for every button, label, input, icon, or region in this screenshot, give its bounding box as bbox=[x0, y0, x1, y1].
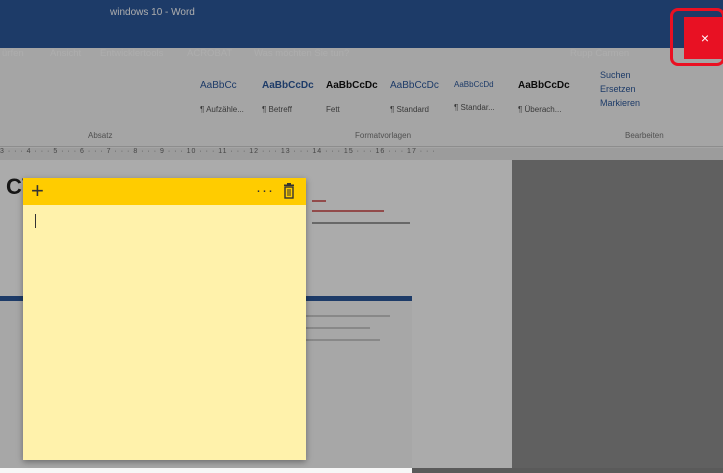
close-button[interactable]: × bbox=[684, 17, 723, 59]
text-caret bbox=[35, 214, 36, 228]
close-icon: × bbox=[700, 30, 710, 46]
sticky-note: + ··· bbox=[23, 178, 306, 460]
ellipsis-icon[interactable]: ··· bbox=[256, 182, 274, 199]
trash-icon[interactable] bbox=[283, 183, 295, 199]
sticky-note-header[interactable]: + ··· bbox=[23, 178, 306, 205]
sticky-note-text-area[interactable] bbox=[31, 213, 298, 453]
plus-icon[interactable]: + bbox=[31, 179, 44, 203]
